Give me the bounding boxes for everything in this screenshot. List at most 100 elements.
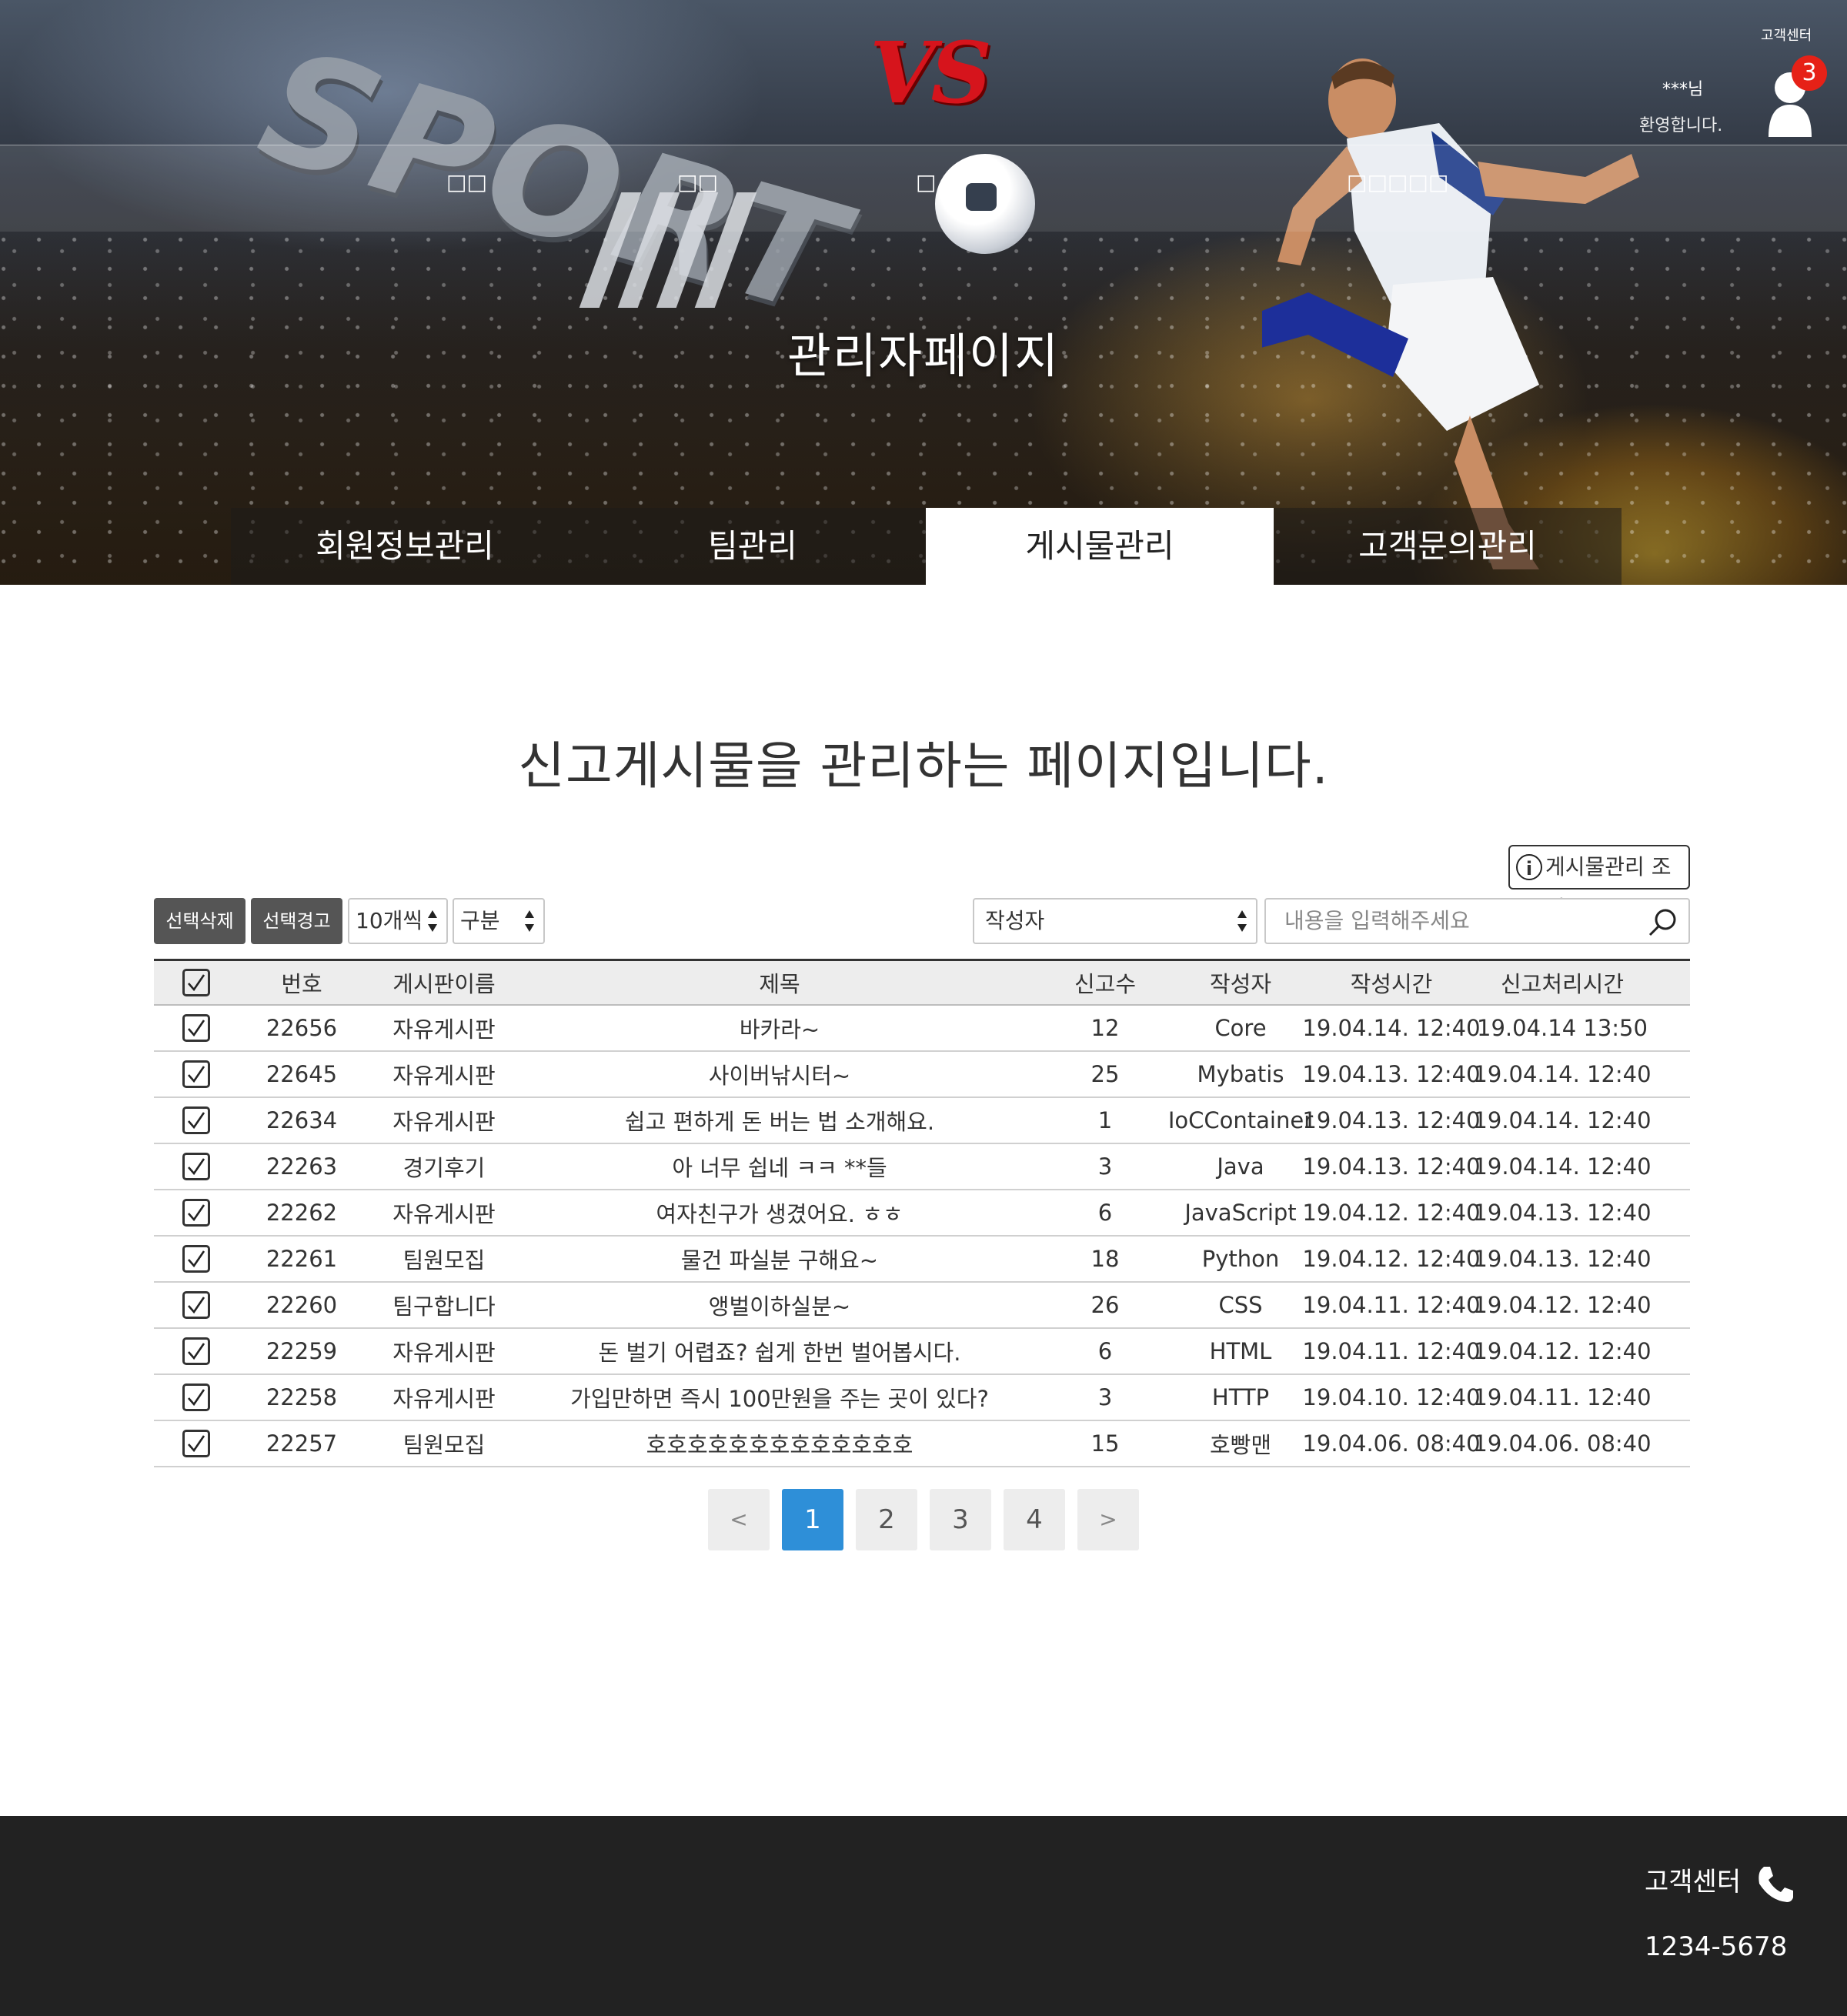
row-title[interactable]: 호호호호호호호호호호호호호 xyxy=(523,1421,1036,1466)
tab-post-management[interactable]: 게시물관리 xyxy=(926,508,1274,585)
table-header: 번호 게시판이름 제목 신고수 작성자 작성시간 신고처리시간 xyxy=(154,959,1690,1006)
row-author: 호빵맨 xyxy=(1209,1432,1272,1458)
row-title[interactable]: 물건 파실분 구해요~ xyxy=(523,1237,1036,1281)
row-checkbox[interactable] xyxy=(182,1199,210,1227)
vs-logo[interactable]: VS xyxy=(870,23,992,122)
table-row[interactable]: 22257 팀원모집 호호호호호호호호호호호호호 15 호빵맨 19.04.06. 08:… xyxy=(154,1421,1690,1467)
row-reports: 18 xyxy=(1090,1246,1120,1272)
row-title[interactable]: 앵벌이하실분~ xyxy=(523,1283,1036,1327)
row-title[interactable]: 쉽고 편하게 돈 버는 법 소개해요. xyxy=(523,1098,1036,1143)
table-row[interactable]: 22261 팀원모집 물건 파실분 구해요~ 18 Python 19.04.12. 12… xyxy=(154,1237,1690,1283)
hero-banner: SPORT □□ □□ □ □□□□□ VS 고객센터 ***님 환영합니다. … xyxy=(0,0,1847,585)
row-title[interactable]: 사이버낚시터~ xyxy=(523,1052,1036,1096)
row-author: Core xyxy=(1214,1015,1267,1041)
warn-selected-button[interactable]: 선택경고 xyxy=(251,898,342,944)
pagination-page-2[interactable]: 2 xyxy=(856,1489,917,1550)
row-checkbox[interactable] xyxy=(182,1014,210,1042)
post-management-view-button[interactable]: i 게시물관리 조회 xyxy=(1508,845,1690,921)
check-icon xyxy=(188,1389,205,1407)
row-title[interactable]: 바카라~ xyxy=(523,1006,1036,1050)
tab-team-management[interactable]: 팀관리 xyxy=(579,508,927,585)
row-title[interactable]: 가입만하면 즉시 100만원을 주는 곳이 있다? xyxy=(523,1375,1036,1420)
row-title[interactable]: 아 너무 쉽네 ㅋㅋ **들 xyxy=(523,1144,1036,1189)
check-icon xyxy=(188,974,205,992)
row-title[interactable]: 여자친구가 생겼어요. ㅎㅎ xyxy=(523,1190,1036,1235)
row-checkbox[interactable] xyxy=(182,1153,210,1180)
search-field-select[interactable]: 작성자 xyxy=(973,898,1257,944)
row-processed-time: 19.04.11. 12:40 xyxy=(1473,1384,1652,1410)
check-icon xyxy=(188,1343,205,1360)
column-header-author[interactable]: 작성자 xyxy=(1174,961,1307,1004)
row-board: 자유게시판 xyxy=(392,1386,496,1412)
select-all-cell xyxy=(154,961,239,1004)
table-row[interactable]: 22259 자유게시판 돈 벌기 어렵죠? 쉽게 한번 벌어봅시다. 6 HTML 19.… xyxy=(154,1329,1690,1375)
pagination-page-1[interactable]: 1 xyxy=(782,1489,843,1550)
sort-arrows-icon xyxy=(525,910,534,932)
check-icon xyxy=(188,1250,205,1268)
tab-member-management[interactable]: 회원정보관리 xyxy=(231,508,579,585)
footer-customer-center-label: 고객센터 xyxy=(1645,1867,1742,1898)
table-row[interactable]: 22258 자유게시판 가입만하면 즉시 100만원을 주는 곳이 있다? 3 HTTP… xyxy=(154,1375,1690,1421)
row-written-time: 19.04.13. 12:40 xyxy=(1302,1107,1481,1133)
pagination-page-3[interactable]: 3 xyxy=(930,1489,991,1550)
tab-inquiry-management[interactable]: 고객문의관리 xyxy=(1274,508,1622,585)
table-row[interactable]: 22634 자유게시판 쉽고 편하게 돈 버는 법 소개해요. 1 IoCContain… xyxy=(154,1098,1690,1144)
column-header-processed-time[interactable]: 신고처리시간 xyxy=(1476,961,1648,1004)
row-author: Mybatis xyxy=(1197,1061,1284,1087)
column-header-written-time[interactable]: 작성시간 xyxy=(1307,961,1476,1004)
row-checkbox[interactable] xyxy=(182,1106,210,1134)
column-header-board[interactable]: 게시판이름 xyxy=(365,961,523,1004)
column-header-number[interactable]: 번호 xyxy=(239,961,365,1004)
pagination-page-4[interactable]: 4 xyxy=(1004,1489,1065,1550)
row-select-cell xyxy=(154,1190,239,1235)
phone-icon xyxy=(1758,1867,1793,1902)
select-all-checkbox[interactable] xyxy=(182,969,210,996)
check-icon xyxy=(188,1020,205,1037)
row-written-time: 19.04.06. 08:40 xyxy=(1302,1430,1481,1457)
row-checkbox[interactable] xyxy=(182,1430,210,1457)
nav-item-4[interactable]: □□□□□ xyxy=(1347,169,1448,195)
section-heading: 신고게시물을 관리하는 페이지입니다. xyxy=(518,736,1329,796)
page-title: 관리자페이지 xyxy=(787,328,1060,384)
pagination-next-button[interactable]: > xyxy=(1077,1489,1139,1550)
table-row[interactable]: 22263 경기후기 아 너무 쉽네 ㅋㅋ **들 3 Java 19.04.13. 12… xyxy=(154,1144,1690,1190)
row-title[interactable]: 돈 벌기 어렵죠? 쉽게 한번 벌어봅시다. xyxy=(523,1329,1036,1373)
search-input[interactable]: 내용을 입력해주세요 xyxy=(1264,898,1690,944)
row-checkbox[interactable] xyxy=(182,1337,210,1365)
table-row[interactable]: 22645 자유게시판 사이버낚시터~ 25 Mybatis 19.04.13. 12:4… xyxy=(154,1052,1690,1098)
nav-item-1[interactable]: □□ xyxy=(446,169,487,195)
row-processed-time: 19.04.14 13:50 xyxy=(1477,1015,1648,1041)
row-board: 경기후기 xyxy=(402,1155,486,1181)
table-row[interactable]: 22260 팀구합니다 앵벌이하실분~ 26 CSS 19.04.11. 12:40 19.… xyxy=(154,1283,1690,1329)
delete-selected-button[interactable]: 선택삭제 xyxy=(154,898,245,944)
column-header-reports[interactable]: 신고수 xyxy=(1036,961,1174,1004)
nav-item-2[interactable]: □□ xyxy=(677,169,718,195)
row-author: HTML xyxy=(1209,1338,1272,1364)
row-checkbox[interactable] xyxy=(182,1060,210,1088)
footer-phone-number: 1234-5678 xyxy=(1645,1931,1788,1962)
table-row[interactable]: 22656 자유게시판 바카라~ 12 Core 19.04.14. 12:40 19.04… xyxy=(154,1006,1690,1052)
category-select[interactable]: 구분 xyxy=(453,898,545,944)
row-board: 팀구합니다 xyxy=(392,1293,496,1320)
table-row[interactable]: 22262 자유게시판 여자친구가 생겼어요. ㅎㅎ 6 JavaScript 19.04… xyxy=(154,1190,1690,1237)
row-processed-time: 19.04.12. 12:40 xyxy=(1473,1338,1652,1364)
customer-center-link[interactable]: 고객센터 xyxy=(1761,25,1812,45)
row-number: 22259 xyxy=(266,1338,338,1364)
pagination-prev-button[interactable]: < xyxy=(708,1489,770,1550)
row-checkbox[interactable] xyxy=(182,1383,210,1411)
row-number: 22261 xyxy=(266,1246,338,1272)
table-body: 22656 자유게시판 바카라~ 12 Core 19.04.14. 12:40 19.04… xyxy=(154,1006,1690,1467)
row-checkbox[interactable] xyxy=(182,1245,210,1273)
row-written-time: 19.04.11. 12:40 xyxy=(1302,1292,1481,1318)
page-size-select[interactable]: 10개씩 xyxy=(348,898,448,944)
notification-badge[interactable]: 3 xyxy=(1792,55,1827,91)
search-icon[interactable] xyxy=(1647,907,1678,938)
row-reports: 3 xyxy=(1097,1384,1113,1410)
column-header-title[interactable]: 제목 xyxy=(523,961,1036,1004)
row-board: 팀원모집 xyxy=(402,1432,486,1458)
footer xyxy=(0,1816,1847,2016)
check-icon xyxy=(188,1112,205,1130)
row-checkbox[interactable] xyxy=(182,1291,210,1319)
nav-item-3[interactable]: □ xyxy=(916,169,936,195)
row-select-cell xyxy=(154,1006,239,1050)
